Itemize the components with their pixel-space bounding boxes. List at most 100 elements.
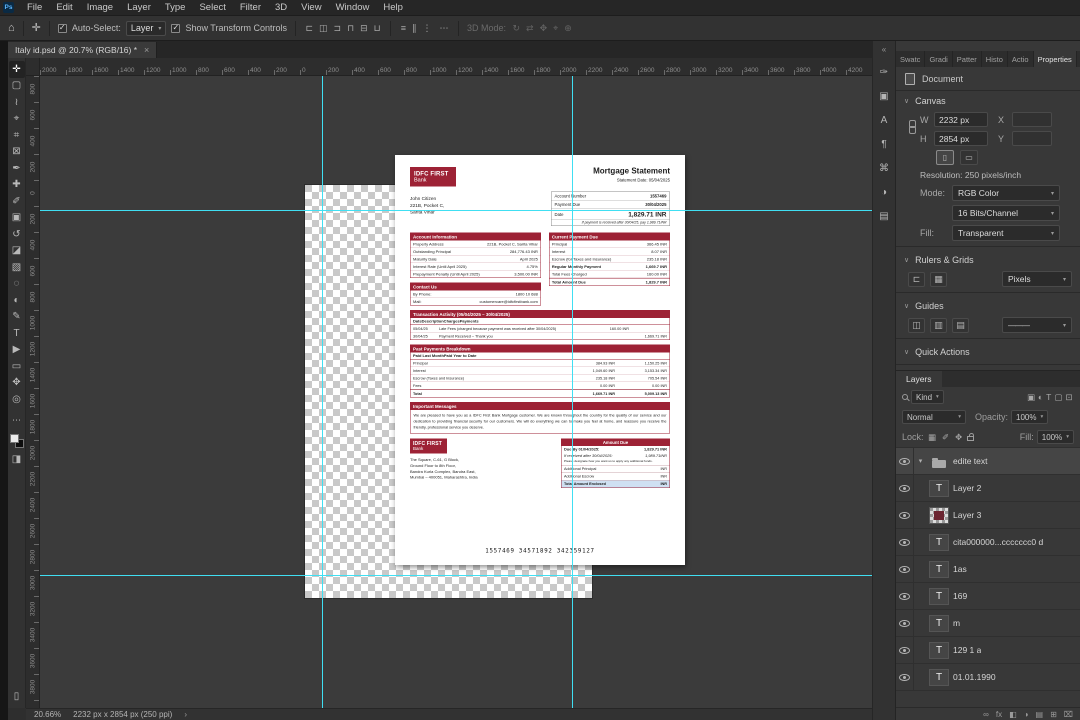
more-options-icon[interactable]: ⋯ (438, 23, 450, 33)
auto-select-checkbox[interactable] (57, 23, 67, 33)
toggle-rulers-icon[interactable]: ⊏ (908, 271, 925, 287)
layer-visibility-toggle[interactable] (896, 610, 914, 636)
layer-name[interactable]: 01.01.1990 (953, 672, 996, 682)
layer-visibility-toggle[interactable] (896, 502, 914, 528)
layer-visibility-toggle[interactable] (896, 637, 914, 663)
character-panel-icon[interactable]: A (881, 115, 888, 126)
zoom-level[interactable]: 20.66% (34, 710, 61, 719)
layer-name[interactable]: m (953, 618, 960, 628)
shape-tool[interactable]: ▭ (9, 358, 25, 375)
layer-row-cita[interactable]: T cita000000...ccccccc0 d (896, 529, 1080, 556)
filter-kind-dropdown[interactable]: Kind (911, 390, 944, 404)
layer-group-icon[interactable]: ▤ (1036, 710, 1044, 719)
tab-properties[interactable]: Properties (1033, 51, 1077, 67)
adjustments-panel-icon[interactable]: ◑ (881, 187, 887, 198)
menu-edit[interactable]: Edit (49, 0, 79, 15)
adjustment-layer-icon[interactable]: ◑ (1024, 710, 1029, 719)
x-field[interactable] (1012, 112, 1052, 127)
layer-visibility-toggle[interactable] (896, 475, 914, 501)
type-layer-filter-icon[interactable]: T (1045, 392, 1053, 403)
lasso-tool[interactable]: ≀ (9, 94, 25, 111)
auto-select-target-dropdown[interactable]: Layer (125, 20, 167, 36)
show-transform-controls-checkbox[interactable] (171, 23, 181, 33)
layer-mask-icon[interactable]: ◧ (1009, 710, 1017, 719)
distribute-spacing-icon[interactable]: ⋮ (421, 23, 433, 33)
guides-section-header[interactable]: ∨ Guides (896, 296, 1080, 315)
link-layers-icon[interactable]: ∞ (983, 710, 989, 719)
edit-toolbar-icon[interactable]: ⋯ (12, 415, 21, 426)
lock-transparency-icon[interactable]: ▦ (927, 432, 938, 443)
layer-row-01-01-1990[interactable]: T 01.01.1990 (896, 664, 1080, 691)
layer-name[interactable]: 1as (953, 564, 967, 574)
menu-3d[interactable]: 3D (268, 0, 294, 15)
screen-mode-icon[interactable]: ▯ (9, 689, 25, 706)
toggle-grid-icon[interactable]: ▦ (930, 271, 947, 287)
brush-tool[interactable]: ✐ (9, 193, 25, 210)
healing-brush-tool[interactable]: ✚ (9, 177, 25, 194)
paragraph-panel-icon[interactable]: ¶ (881, 139, 886, 150)
gradient-tool[interactable]: ▧ (9, 259, 25, 276)
clone-source-panel-icon[interactable]: ▣ (879, 91, 888, 102)
tab-patterns[interactable]: Patter (953, 51, 982, 67)
guide-line-style-dropdown[interactable]: ——— (1002, 317, 1072, 333)
menu-help[interactable]: Help (376, 0, 410, 15)
foreground-background-colors[interactable] (9, 433, 24, 448)
width-field[interactable]: 2232 px (934, 112, 988, 127)
current-tool-icon[interactable]: ✛ (32, 22, 41, 34)
pen-tool[interactable]: ✎ (9, 309, 25, 326)
lock-position-icon[interactable]: ✥ (954, 432, 964, 443)
height-field[interactable]: 2854 px (934, 131, 988, 146)
layer-name[interactable]: 129 1 a (953, 645, 981, 655)
smart-object-filter-icon[interactable]: ⊡ (1064, 392, 1074, 403)
quick-actions-section-header[interactable]: ∨ Quick Actions (896, 342, 1080, 361)
tab-close-icon[interactable]: × (144, 45, 149, 55)
marquee-tool[interactable]: ▢ (9, 78, 25, 95)
menu-layer[interactable]: Layer (120, 0, 158, 15)
horizontal-guide-2[interactable] (40, 575, 872, 576)
layer-row-129-1-a[interactable]: T 129 1 a (896, 637, 1080, 664)
opacity-dropdown[interactable]: 100% (1011, 410, 1049, 424)
mortgage-statement-page[interactable]: IDFC FIRST Bank Mortgage Statement State… (395, 155, 685, 565)
eyedropper-tool[interactable]: ✒ (9, 160, 25, 177)
foreground-color-swatch[interactable] (9, 433, 19, 443)
home-icon[interactable]: ⌂ (8, 22, 15, 34)
layer-row-edite-text[interactable]: ▾ edite text (896, 448, 1080, 475)
blur-tool[interactable]: ◌ (9, 276, 25, 293)
libraries-panel-icon[interactable]: ▤ (879, 211, 888, 222)
object-selection-tool[interactable]: ⌖ (9, 111, 25, 128)
vertical-guide-2[interactable] (572, 76, 573, 708)
history-brush-tool[interactable]: ↺ (9, 226, 25, 243)
layer-visibility-toggle[interactable] (896, 529, 914, 555)
tab-swatches[interactable]: Swatc (896, 51, 926, 67)
menu-window[interactable]: Window (329, 0, 377, 15)
align-v-center-icon[interactable]: ⊟ (359, 23, 370, 33)
ruler-units-dropdown[interactable]: Pixels (1002, 271, 1072, 287)
horizontal-guide-1[interactable] (40, 210, 872, 211)
group-expand-chevron[interactable]: ▾ (916, 457, 925, 465)
tab-gradients[interactable]: Gradi (925, 51, 953, 67)
canvas-area[interactable]: IDFC FIRST Bank Mortgage Statement State… (40, 76, 872, 708)
shape-layer-filter-icon[interactable]: ▢ (1053, 392, 1064, 403)
landscape-orientation-button[interactable]: ▭ (960, 150, 978, 165)
menu-image[interactable]: Image (80, 0, 120, 15)
lock-all-icon[interactable] (966, 433, 974, 441)
align-right-icon[interactable]: ⊐ (332, 23, 343, 33)
canvas-fill-dropdown[interactable]: Transparent (952, 225, 1060, 241)
guide-clear-icon[interactable]: ▥ (930, 317, 947, 333)
layer-name[interactable]: edite text (953, 456, 988, 466)
menu-select[interactable]: Select (192, 0, 232, 15)
move-tool[interactable]: ✛ (8, 61, 25, 78)
menu-view[interactable]: View (294, 0, 328, 15)
document-tab[interactable]: Italy id.psd @ 20.7% (RGB/16) * × (8, 42, 158, 58)
crop-tool[interactable]: ⌗ (9, 127, 25, 144)
tab-history[interactable]: Histo (982, 51, 1008, 67)
pixel-layer-filter-icon[interactable]: ▣ (1025, 392, 1036, 403)
frame-tool[interactable]: ⊠ (9, 144, 25, 161)
align-left-icon[interactable]: ⊏ (304, 23, 315, 33)
layer-name[interactable]: cita000000...ccccccc0 d (953, 537, 1043, 547)
menu-filter[interactable]: Filter (233, 0, 268, 15)
y-field[interactable] (1012, 131, 1052, 146)
tab-layers[interactable]: Layers (896, 371, 942, 387)
bit-depth-dropdown[interactable]: 16 Bits/Channel (952, 205, 1060, 221)
layer-visibility-toggle[interactable] (896, 664, 914, 690)
